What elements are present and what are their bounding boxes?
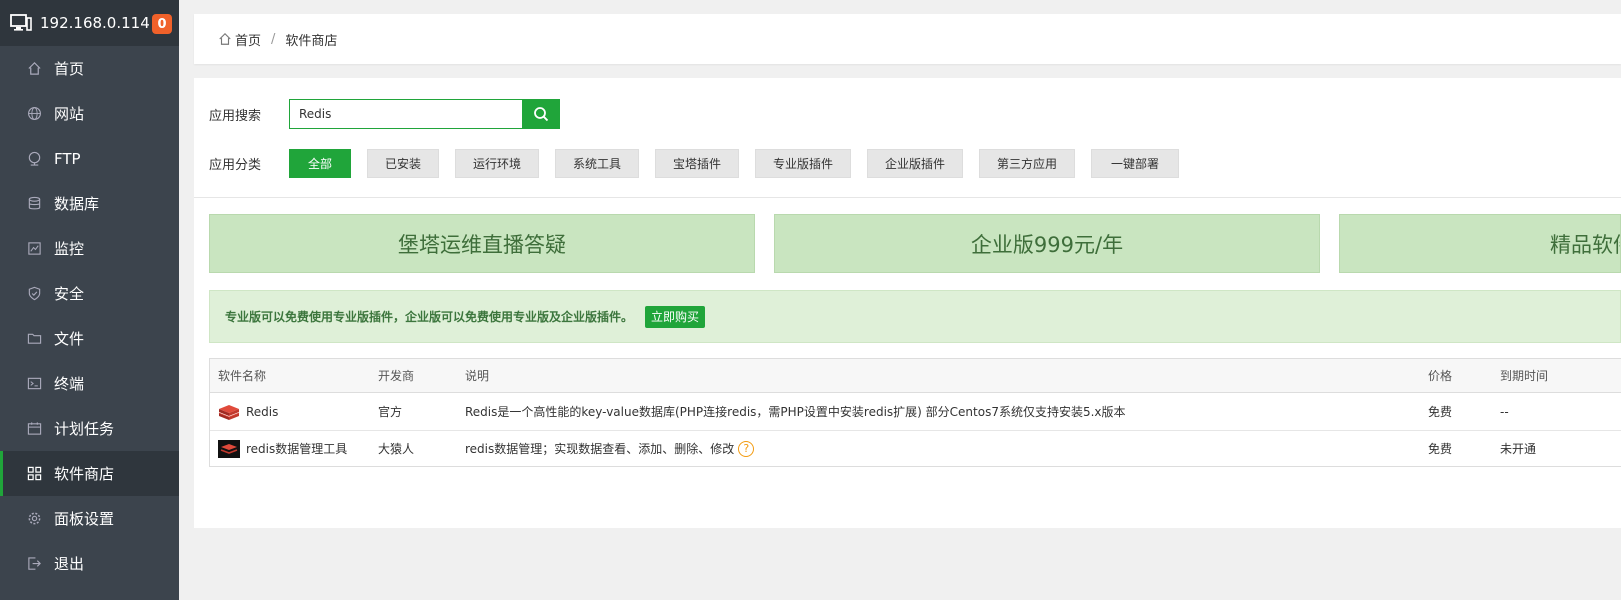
- ftp-icon: [26, 151, 42, 167]
- notice-text: 专业版可以免费使用专业版插件，企业版可以免费使用专业版及企业版插件。: [225, 310, 634, 324]
- sidebar-item-label: 安全: [54, 285, 85, 303]
- sidebar-item-label: 首页: [54, 60, 85, 78]
- sidebar-item-website[interactable]: 网站: [0, 91, 179, 136]
- sidebar-item-label: 计划任务: [54, 420, 115, 438]
- sidebar-item-monitor[interactable]: 监控: [0, 226, 179, 271]
- description-text: redis数据管理；实现数据查看、添加、删除、修改: [465, 442, 735, 456]
- pro-notice: 专业版可以免费使用专业版插件，企业版可以免费使用专业版及企业版插件。 立即购买: [209, 290, 1621, 343]
- sidebar: 192.168.0.114 0 首页 网站 FTP 数据库 监控 安全 文件 终…: [0, 0, 179, 600]
- terminal-icon: [26, 376, 42, 392]
- sidebar-item-cron[interactable]: 计划任务: [0, 406, 179, 451]
- sidebar-item-label: 软件商店: [54, 465, 115, 483]
- help-icon[interactable]: ?: [738, 440, 755, 457]
- category-label: 应用分类: [209, 158, 262, 173]
- search-button[interactable]: [522, 99, 560, 129]
- category-bt-plugins[interactable]: 宝塔插件: [655, 149, 739, 178]
- sidebar-item-terminal[interactable]: 终端: [0, 361, 179, 406]
- redis-logo-icon: [218, 401, 240, 423]
- category-all[interactable]: 全部: [289, 149, 351, 178]
- category-installed[interactable]: 已安装: [367, 149, 439, 178]
- cell-description: redis数据管理；实现数据查看、添加、删除、修改 ?: [465, 440, 1428, 457]
- sidebar-item-logout[interactable]: 退出: [0, 541, 179, 586]
- monitor-chart-icon: [26, 241, 42, 257]
- breadcrumb-home[interactable]: 首页: [235, 30, 261, 49]
- cell-name: Redis: [210, 401, 373, 423]
- sidebar-item-label: 网站: [54, 105, 85, 123]
- sidebar-item-label: 文件: [54, 330, 85, 348]
- home-icon: [219, 32, 231, 45]
- logout-icon: [26, 556, 42, 572]
- software-table: 软件名称 开发商 说明 价格 到期时间 Redis 官方 Redis是一个高性能…: [209, 358, 1621, 467]
- cell-expiry: --: [1500, 404, 1509, 419]
- sidebar-item-software-store[interactable]: 软件商店: [0, 451, 179, 496]
- header-developer: 开发商: [378, 369, 415, 383]
- category-one-click-deploy[interactable]: 一键部署: [1091, 149, 1179, 178]
- database-icon: [26, 196, 42, 212]
- shield-icon: [26, 286, 42, 302]
- search-icon: [534, 107, 549, 122]
- search-row: 应用搜索: [209, 99, 560, 129]
- breadcrumb: 首页 / 软件商店: [194, 14, 1621, 64]
- sidebar-nav: 首页 网站 FTP 数据库 监控 安全 文件 终端 计划任务 软件商店 面板设置…: [0, 46, 179, 586]
- sidebar-item-files[interactable]: 文件: [0, 316, 179, 361]
- category-row: 应用分类 全部 已安装 运行环境 系统工具 宝塔插件 专业版插件 企业版插件 第…: [209, 149, 1195, 178]
- cell-developer: 官方: [378, 405, 403, 419]
- search-label: 应用搜索: [209, 108, 262, 124]
- divider: [194, 197, 1621, 198]
- sidebar-item-label: 面板设置: [54, 510, 115, 528]
- host-ip: 192.168.0.114: [40, 14, 150, 32]
- grid-icon: [26, 466, 42, 482]
- globe-icon: [26, 106, 42, 122]
- sidebar-item-label: 退出: [54, 555, 85, 573]
- header-name: 软件名称: [218, 369, 267, 383]
- sidebar-item-security[interactable]: 安全: [0, 271, 179, 316]
- sidebar-item-database[interactable]: 数据库: [0, 181, 179, 226]
- cell-price: 免费: [1428, 405, 1453, 419]
- sidebar-item-panel-settings[interactable]: 面板设置: [0, 496, 179, 541]
- category-system-tools[interactable]: 系统工具: [555, 149, 639, 178]
- breadcrumb-separator: /: [271, 31, 276, 47]
- sidebar-item-label: 终端: [54, 375, 85, 393]
- table-row[interactable]: Redis 官方 Redis是一个高性能的key-value数据库(PHP连接r…: [210, 393, 1621, 431]
- banner-live-qa[interactable]: 堡塔运维直播答疑: [209, 214, 755, 273]
- breadcrumb-current: 软件商店: [285, 33, 338, 49]
- category-pro-plugins[interactable]: 专业版插件: [755, 149, 851, 178]
- cell-expiry: 未开通: [1500, 442, 1537, 456]
- header-description: 说明: [465, 369, 490, 383]
- gear-icon: [26, 511, 42, 527]
- cell-price: 免费: [1428, 442, 1453, 456]
- buy-now-button[interactable]: 立即购买: [645, 305, 706, 328]
- category-third-party[interactable]: 第三方应用: [979, 149, 1075, 178]
- cell-name: redis数据管理工具: [210, 438, 373, 460]
- banner-premium-software[interactable]: 精品软件: [1339, 214, 1621, 273]
- software-store-panel: 应用搜索 应用分类 全部 已安装 运行环境 系统工具 宝塔插件 专业版插件 企业…: [194, 78, 1621, 528]
- cell-developer: 大猿人: [378, 442, 415, 456]
- app-name[interactable]: redis数据管理工具: [246, 440, 347, 457]
- category-enterprise-plugins[interactable]: 企业版插件: [867, 149, 963, 178]
- sidebar-item-home[interactable]: 首页: [0, 46, 179, 91]
- monitor-icon: [10, 14, 32, 31]
- folder-icon: [26, 331, 42, 347]
- table-header: 软件名称 开发商 说明 价格 到期时间: [210, 359, 1621, 393]
- app-name[interactable]: Redis: [246, 405, 278, 419]
- banner-enterprise-price[interactable]: 企业版999元/年: [774, 214, 1320, 273]
- notification-badge[interactable]: 0: [152, 14, 172, 34]
- header-price: 价格: [1428, 369, 1453, 383]
- sidebar-item-ftp[interactable]: FTP: [0, 136, 179, 181]
- calendar-icon: [26, 421, 42, 437]
- sidebar-item-label: 监控: [54, 240, 85, 258]
- search-input[interactable]: [289, 99, 522, 129]
- header-expiry: 到期时间: [1500, 369, 1549, 383]
- sidebar-item-label: 数据库: [54, 195, 100, 213]
- home-icon: [26, 61, 42, 77]
- category-runtime[interactable]: 运行环境: [455, 149, 539, 178]
- cell-description: Redis是一个高性能的key-value数据库(PHP连接redis，需PHP…: [465, 405, 1126, 419]
- table-row[interactable]: redis数据管理工具 大猿人 redis数据管理；实现数据查看、添加、删除、修…: [210, 431, 1621, 466]
- sidebar-item-label: FTP: [54, 149, 81, 168]
- redis-manager-logo-icon: [218, 438, 240, 460]
